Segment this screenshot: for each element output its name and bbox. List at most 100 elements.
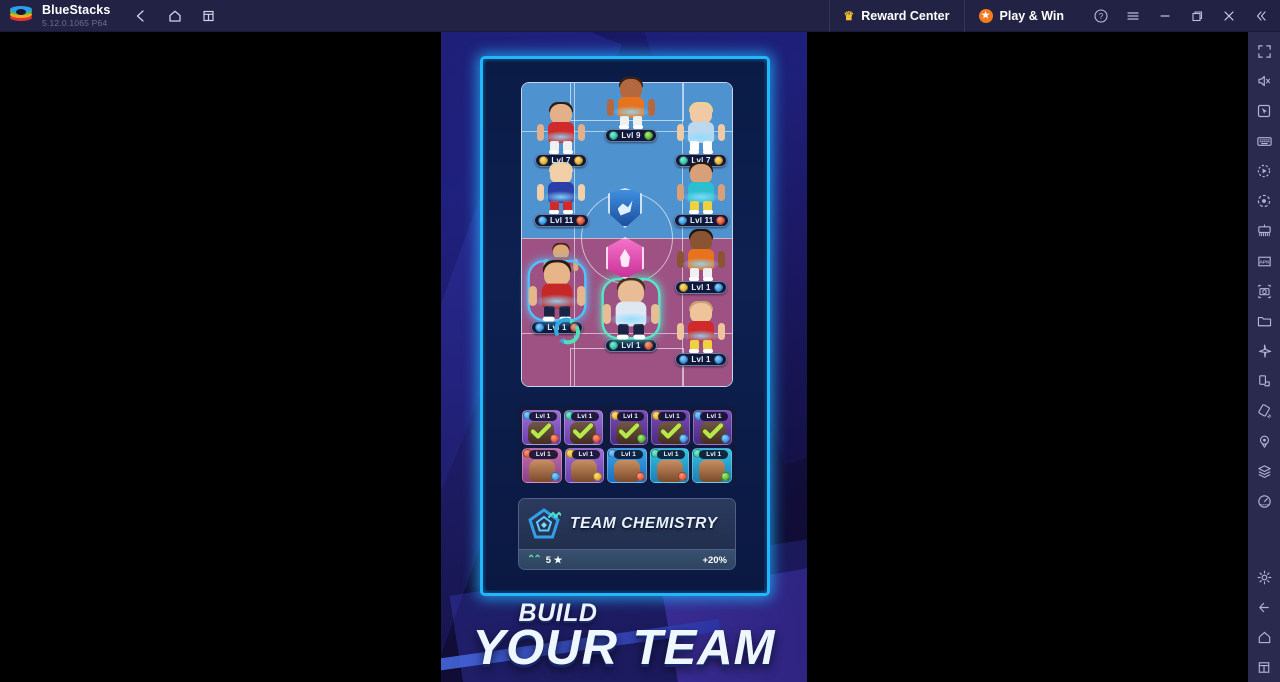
card-badge-secondary [678,472,688,481]
card-level-label: Lvl 1 [571,450,601,459]
roster-card-1[interactable]: Lvl 1 [522,410,561,445]
help-button[interactable]: ? [1086,0,1116,32]
player-level-bar: Lvl 1 [605,339,657,352]
arrow-left-icon [1258,602,1269,612]
minimize-button[interactable] [1150,0,1180,32]
card-badge-secondary [720,472,730,481]
sidebar-settings[interactable] [1249,562,1279,592]
player-badge-left [609,131,619,140]
player-level-label: Lvl 11 [550,216,574,225]
home-icon [169,10,182,22]
player-striker-center[interactable]: Lvl 9 [604,77,658,145]
player-level-label: Lvl 1 [621,341,641,350]
team-chemistry-panel[interactable]: TEAM CHEMISTRY ⌃⌃ 5 ★ +20% [518,498,736,570]
card-badge-secondary [637,434,647,443]
roster-card-grid[interactable]: Lvl 1 Lvl 1 Lvl 1 Lvl 1 Lvl 1 Lvl 1 Lvl 1 Lvl … [518,406,736,484]
sidebar-fullscreen[interactable] [1249,36,1279,66]
player-right-back[interactable]: Lvl 1 [674,229,728,297]
card-level-label: Lvl 1 [529,412,557,421]
sidebar-recents[interactable] [1249,652,1279,682]
sidebar-location[interactable] [1249,426,1279,456]
swap-arrows-icon[interactable] [550,314,584,348]
player-left-wing[interactable]: Lvl 7 [534,102,588,170]
emulator-screen[interactable]: Lvl 9 Lvl 7 Lvl 7 Lvl 11 Lvl 11 Lvl 1 Lvl 1 Lvl… [32,32,1248,682]
sidebar-shake[interactable] [1249,336,1279,366]
letterbox-left [32,32,441,682]
player-captain-center[interactable]: Lvl 1 [601,278,661,355]
game-canvas[interactable]: Lvl 9 Lvl 7 Lvl 7 Lvl 11 Lvl 11 Lvl 1 Lvl 1 Lvl… [441,32,807,682]
phone-frame: Lvl 9 Lvl 7 Lvl 7 Lvl 11 Lvl 11 Lvl 1 Lvl 1 Lvl… [480,56,770,596]
sidebar-home[interactable] [1249,622,1279,652]
player-badge-left [679,283,689,292]
roster-card-6[interactable]: Lvl 1 [522,448,562,483]
title-bar: BlueStacks 5.12.0.1065 P64 ♛ Reward Cent… [0,0,1280,32]
roster-card-3[interactable]: Lvl 1 [609,410,649,445]
sidebar-controls[interactable] [1249,96,1279,126]
multi-instance-button[interactable] [196,3,222,29]
player-level-bar: Lvl 9 [605,129,657,142]
menu-button[interactable] [1118,0,1148,32]
player-badge-right [643,131,653,140]
question-circle-icon: ? [1094,8,1108,23]
player-badge-left [679,355,689,364]
chemistry-pentagon-icon [527,507,564,541]
home-icon [1258,631,1270,643]
sidebar-tilt[interactable] [1249,396,1279,426]
close-button[interactable] [1214,0,1244,32]
play-and-win-button[interactable]: ★ Play & Win [963,0,1078,32]
bluestacks-logo-icon [10,5,32,27]
card-badge-secondary [720,434,730,443]
crown-icon: ♛ [843,8,855,23]
card-level-label: Lvl 1 [700,412,728,421]
sidebar-screenshot[interactable] [1249,276,1279,306]
roster-card-8[interactable]: Lvl 1 [607,448,647,483]
card-level-label: Lvl 1 [614,450,643,459]
sidebar-keyboard[interactable] [1249,126,1279,156]
player-right-mid[interactable]: Lvl 11 [674,162,730,230]
player-level-bar: Lvl 1 [675,353,727,366]
sidebar-multi-instance[interactable] [1249,216,1279,246]
sidebar-back[interactable] [1249,592,1279,622]
back-button[interactable] [128,3,154,29]
roster-row-1: Lvl 1 Lvl 1 Lvl 1 Lvl 1 Lvl 1 [521,410,733,445]
sidebar-macro[interactable] [1249,156,1279,186]
restore-icon [1192,10,1203,21]
player-level-label: Lvl 11 [690,216,714,225]
player-level-label: Lvl 1 [691,283,711,292]
svg-text:?: ? [1099,12,1104,21]
sidebar-media-manager[interactable] [1249,306,1279,336]
roster-card-2[interactable]: Lvl 1 [563,410,603,445]
roster-card-10[interactable]: Lvl 1 [692,448,732,483]
card-level-label: Lvl 1 [658,412,687,421]
home-button[interactable] [162,3,188,29]
card-badge-secondary [549,434,559,443]
roster-card-9[interactable]: Lvl 1 [649,448,690,483]
sidebar-layers[interactable] [1249,456,1279,486]
maximize-button[interactable] [1182,0,1212,32]
card-level-label: Lvl 1 [699,450,728,459]
headline-main: YOUR TEAM [441,623,807,674]
card-level-label: Lvl 1 [570,412,599,421]
sidebar-mute[interactable] [1249,66,1279,96]
card-level-label: Lvl 1 [616,412,645,421]
roster-card-4[interactable]: Lvl 1 [651,410,691,445]
sidebar-eco-mode[interactable] [1249,486,1279,516]
right-sidebar: APK [1248,32,1280,682]
nav-buttons [128,3,222,29]
collapse-sidebar-button[interactable] [1246,0,1276,32]
phone-screen[interactable]: Lvl 9 Lvl 7 Lvl 7 Lvl 11 Lvl 11 Lvl 1 Lvl 1 Lvl… [486,62,764,590]
sidebar-rotate[interactable] [1249,366,1279,396]
player-level-bar: Lvl 11 [534,214,590,227]
sidebar-install-apk[interactable]: APK [1249,246,1279,276]
player-left-mid[interactable]: Lvl 11 [534,162,590,230]
fullscreen-icon [1257,44,1271,58]
roster-card-7[interactable]: Lvl 1 [564,448,605,483]
sidebar-record[interactable] [1249,186,1279,216]
reward-center-button[interactable]: ♛ Reward Center [828,0,964,32]
player-right-wing[interactable]: Lvl 7 [674,102,728,170]
roster-card-5[interactable]: Lvl 1 [693,410,732,445]
player-right-forward[interactable]: Lvl 1 [674,301,728,369]
chevron-up-icon: ⌃⌃ [527,554,542,565]
check-icon [530,423,552,439]
team-chemistry-title: TEAM CHEMISTRY [570,515,718,532]
